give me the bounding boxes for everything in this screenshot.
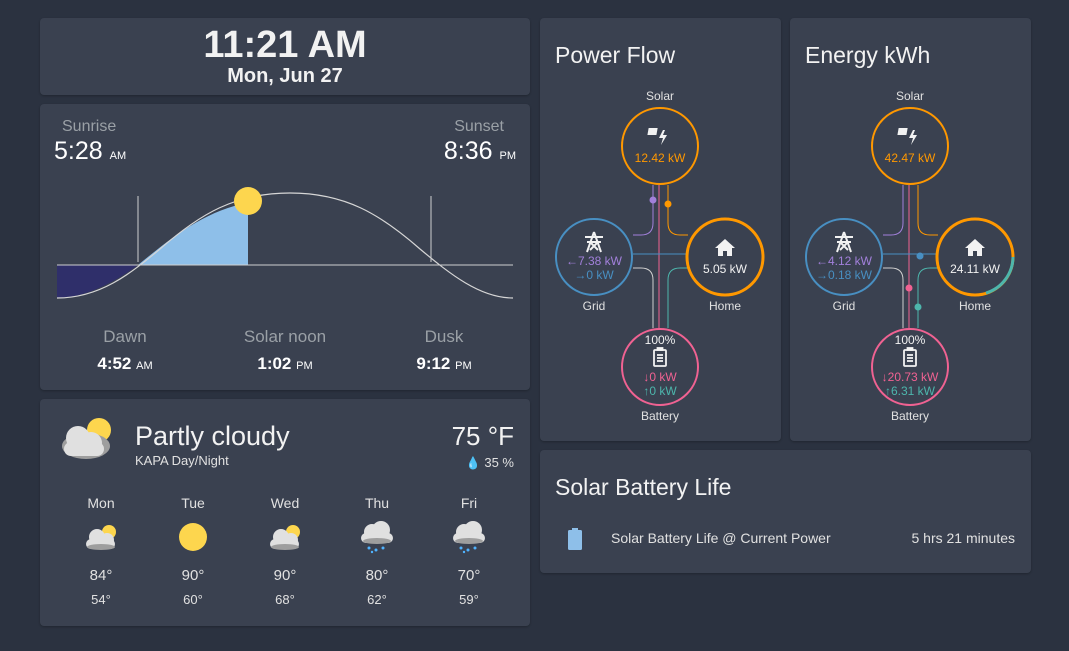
solar-power-icon <box>647 128 667 145</box>
forecast-high: 90° <box>273 567 297 584</box>
battery-life-title: Solar Battery Life <box>555 474 732 500</box>
forecast-low: 60° <box>183 592 203 607</box>
arrow-right-icon: → <box>574 268 586 282</box>
power-flow-diagram: Solar 12.42 kW ←7.38 kW →0 kW Grid 5.05 … <box>555 89 765 423</box>
forecast-low: 54° <box>91 592 111 607</box>
solar-noon-label: Solar noon <box>243 327 327 346</box>
transmission-tower-icon <box>835 231 853 253</box>
partly-cloudy-icon <box>255 517 315 557</box>
battery-charge-value: ↓20.73 kW <box>882 370 939 384</box>
rainy-icon <box>439 517 499 557</box>
sunrise-time: 5:28 AM <box>54 137 127 165</box>
forecast-day-label: Tue <box>181 495 205 511</box>
battery-icon[interactable] <box>568 528 582 550</box>
home-label: Home <box>959 299 991 313</box>
forecast-day: Fri 70° 59° <box>439 495 499 607</box>
sunset-label: Sunset <box>454 118 504 135</box>
grid-label: Grid <box>833 299 856 313</box>
battery-label: Battery <box>891 409 929 423</box>
grid-label: Grid <box>583 299 606 313</box>
arrow-left-icon: ← <box>566 254 578 268</box>
weather-station: KAPA Day/Night <box>135 453 229 468</box>
solar-label: Solar <box>646 89 674 103</box>
energy-flow-diagram: Solar 42.47 kW ←4.12 kW →0.18 kW Grid 24… <box>805 89 1015 423</box>
battery-icon <box>653 347 667 367</box>
weather-temperature: 75 °F <box>451 421 514 451</box>
forecast-day-label: Thu <box>364 495 390 511</box>
sun-elevation-graph <box>56 187 514 299</box>
home-value: 24.11 kW <box>950 262 1000 276</box>
battery-percentage: 100% <box>895 333 926 347</box>
battery-life-card: Solar Battery Life Solar Battery Life @ … <box>540 450 1031 573</box>
clock-date: Mon, Jun 27 <box>227 65 343 87</box>
battery-life-entity-value: 5 hrs 21 minutes <box>911 530 1016 546</box>
forecast-day: Thu 80° 62° <box>347 495 407 607</box>
dawn-label: Dawn <box>103 327 147 346</box>
partly-cloudy-icon <box>62 418 111 459</box>
dawn-time: 4:52 AM <box>97 354 153 373</box>
forecast-day-label: Mon <box>87 495 115 511</box>
battery-discharge-value: ↑6.31 kW <box>885 384 936 398</box>
home-label: Home <box>709 299 741 313</box>
forecast-high: 84° <box>89 567 113 584</box>
solar-value: 42.47 kW <box>885 151 936 165</box>
energy-card: Energy kWh Solar 42.47 kW ←4.12 kW →0.18… <box>790 18 1031 441</box>
battery-discharge-value: ↑0 kW <box>643 384 677 398</box>
humidity-icon: 💧 <box>465 456 481 470</box>
forecast-high: 80° <box>365 567 389 584</box>
weather-humidity: 💧 35 % <box>465 455 514 470</box>
solar-label: Solar <box>896 89 924 103</box>
forecast-day-label: Wed <box>270 495 300 511</box>
dusk-label: Dusk <box>424 327 464 346</box>
forecast-day-label: Fri <box>460 495 478 511</box>
solar-noon-time: 1:02 PM <box>257 354 313 373</box>
sunset-time: 8:36 PM <box>443 137 516 165</box>
forecast-high: 70° <box>457 567 481 584</box>
battery-label: Battery <box>641 409 679 423</box>
clock-card: 11:21 AM Mon, Jun 27 <box>40 18 530 95</box>
grid-import-value: ←7.38 kW <box>566 254 623 268</box>
dusk-time: 9:12 PM <box>416 354 472 373</box>
forecast-low: 68° <box>275 592 295 607</box>
forecast-low: 62° <box>367 592 387 607</box>
power-flow-card: Power Flow Solar 12.42 kW ←7.38 kW →0 kW… <box>540 18 781 441</box>
solar-power-icon <box>897 128 917 145</box>
sunny-icon <box>163 517 223 557</box>
weather-condition: Partly cloudy <box>135 421 290 451</box>
forecast-low: 59° <box>459 592 479 607</box>
partly-cloudy-icon <box>71 517 131 557</box>
arrow-right-icon: → <box>816 268 828 282</box>
sun-card[interactable]: Sunrise 5:28 AM Sunset 8:36 PM Dawn 4:52… <box>40 104 530 390</box>
forecast-day: Tue 90° 60° <box>163 495 223 607</box>
battery-icon <box>903 347 917 367</box>
home-icon <box>965 239 985 256</box>
forecast-high: 90° <box>181 567 205 584</box>
forecast-day: Wed 90° 68° <box>255 495 315 607</box>
transmission-tower-icon <box>585 231 603 253</box>
clock-time: 11:21 AM <box>203 24 367 66</box>
battery-charge-value: ↓0 kW <box>643 370 677 384</box>
sun-icon <box>234 187 262 215</box>
battery-percentage: 100% <box>645 333 676 347</box>
grid-import-value: ←4.12 kW <box>816 254 873 268</box>
weather-card[interactable]: Partly cloudy KAPA Day/Night 75 °F 💧 35 … <box>40 399 530 626</box>
sunrise-label: Sunrise <box>62 118 117 135</box>
solar-value: 12.42 kW <box>635 151 686 165</box>
arrow-left-icon: ← <box>816 254 828 268</box>
rainy-icon <box>347 517 407 557</box>
home-value: 5.05 kW <box>703 262 748 276</box>
grid-export-value: →0 kW <box>574 268 614 282</box>
home-icon <box>715 239 735 256</box>
grid-export-value: →0.18 kW <box>816 268 873 282</box>
forecast-day: Mon 84° 54° <box>71 495 131 607</box>
battery-life-entity-name[interactable]: Solar Battery Life @ Current Power <box>611 530 831 546</box>
